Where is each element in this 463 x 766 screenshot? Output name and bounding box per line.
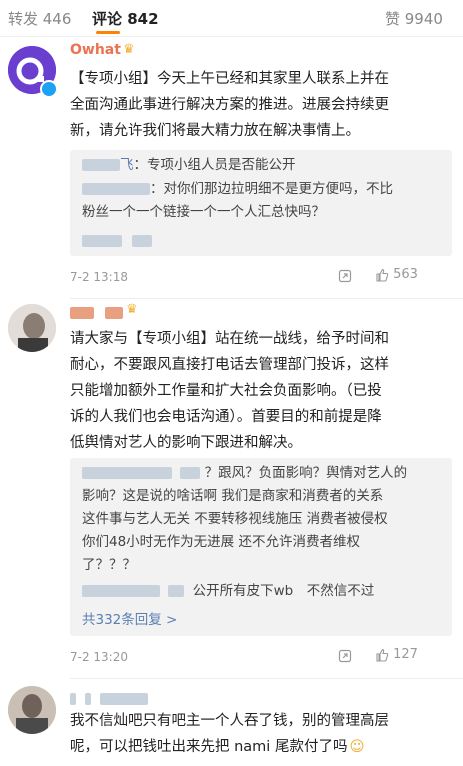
- tab-likes[interactable]: 赞 9940: [385, 8, 443, 29]
- comment-text-line: 诉的人我们也会电话沟通）。首要目的和前提是降: [70, 409, 382, 425]
- blurred-username: [180, 467, 201, 479]
- reply-item: [82, 230, 442, 253]
- comment-text-line: 低舆情对艺人的影响下跟进和解决。: [70, 435, 302, 451]
- thumbs-up-icon: [376, 268, 389, 282]
- tab-comments[interactable]: 评论 842: [92, 8, 159, 29]
- comment-text-line: 呢，可以把钱吐出来先把 nami 尾款付了吗 ☺: [70, 739, 365, 755]
- tab-reposts[interactable]: 转发 446: [8, 8, 71, 29]
- verified-badge-icon: [40, 80, 58, 98]
- blurred-username: [70, 688, 160, 705]
- divider: [70, 298, 463, 299]
- like-count: 563: [393, 267, 418, 282]
- blurred-username: [82, 585, 160, 597]
- active-tab-indicator: [96, 31, 120, 34]
- avatar[interactable]: [8, 304, 56, 352]
- comment-text-line: 全面沟通此事进行解决方案的推进。进展会持续更: [70, 97, 389, 113]
- reply-text-continued: 影响？这是说的啥话啊 我们是商家和消费者的关系: [82, 488, 384, 504]
- blurred-username: [82, 235, 122, 247]
- share-icon[interactable]: [338, 648, 352, 663]
- comment-author[interactable]: Owhat: [70, 42, 121, 58]
- blurred-username: [82, 467, 172, 479]
- comment-text-line: 请大家与【专项小组】站在统一战线，给予时间和: [70, 331, 389, 347]
- comment-time: 7-2 13:18: [70, 270, 128, 284]
- divider: [70, 678, 463, 679]
- reply-text-continued: 粉丝一个一个链接一个一个人汇总快吗？: [82, 204, 325, 220]
- crown-icon: ♛: [126, 302, 138, 317]
- comment-text: 请大家与【专项小组】站在统一战线，给予时间和 耐心，不要跟风直接打电话去管理部门…: [70, 326, 452, 456]
- tab-bar: 转发 446 评论 842 赞 9940: [0, 0, 463, 37]
- comment-text-line: 我不信灿吧只有吧主一个人吞了钱，别的管理高层: [70, 713, 389, 729]
- comment-time: 7-2 13:20: [70, 650, 128, 664]
- comment-text-line: 耐心，不要跟风直接打电话去管理部门投诉，这样: [70, 357, 389, 373]
- reply-text-continued: 这件事与艺人无关 不要转移视线施压 消费者被侵权: [82, 511, 388, 527]
- reply-box[interactable]: ？跟风？负面影响？舆情对艺人的 影响？这是说的啥话啊 我们是商家和消费者的关系 …: [70, 458, 452, 636]
- reply-text: ？跟风？负面影响？舆情对艺人的: [204, 465, 408, 481]
- blurred-username: [82, 183, 150, 195]
- user-photo-icon: [8, 304, 56, 352]
- blurred-text: [132, 235, 153, 247]
- share-icon[interactable]: [338, 268, 352, 283]
- like-button[interactable]: 127: [375, 647, 418, 662]
- comment-text-line: 【专项小组】今天上午已经和其家里人联系上并在: [70, 71, 389, 87]
- crown-icon: ♛: [123, 42, 135, 57]
- reply-text-continued: 了？？？: [82, 557, 136, 573]
- blurred-username: [82, 159, 120, 171]
- like-count: 127: [393, 647, 418, 662]
- reply-user[interactable]: 飞: [120, 157, 134, 173]
- comment-text: 我不信灿吧只有吧主一个人吞了钱，别的管理高层 呢，可以把钱吐出来先把 nami …: [70, 708, 452, 760]
- comment-text-line: 新，请允许我们将最大精力放在解决事情上。: [70, 123, 360, 139]
- reply-text: ：对你们那边拉明细不是更方便吗，不比: [150, 181, 393, 197]
- view-more-replies-link[interactable]: 共332条回复 >: [82, 608, 177, 628]
- reply-text: ：专项小组人员是否能公开: [133, 157, 296, 173]
- reply-item: 飞：专项小组人员是否能公开: [82, 154, 442, 177]
- like-button[interactable]: 563: [375, 267, 418, 282]
- comment-text-line: 只能增加额外工作量和扩大社会负面影响。（已投: [70, 383, 382, 399]
- reply-text-continued: 你们48小时无作为无进展 还不允许消费者维权: [82, 534, 360, 550]
- blurred-username: [168, 585, 185, 597]
- comment-text: 【专项小组】今天上午已经和其家里人联系上并在 全面沟通此事进行解决方案的推进。进…: [70, 66, 452, 144]
- reply-item: 公开所有皮下wb 不然信不过: [82, 580, 442, 603]
- emoji-icon: ☺: [349, 739, 365, 755]
- reply-item: ？跟风？负面影响？舆情对艺人的: [82, 462, 442, 485]
- thumbs-up-icon: [376, 648, 389, 662]
- user-photo-icon: [8, 686, 56, 734]
- reply-item: ：对你们那边拉明细不是更方便吗，不比: [82, 178, 442, 201]
- avatar[interactable]: [8, 686, 56, 734]
- reply-box[interactable]: 飞：专项小组人员是否能公开 ：对你们那边拉明细不是更方便吗，不比 粉丝一个一个链…: [70, 150, 452, 256]
- reply-text: 公开所有皮下wb 不然信不过: [192, 583, 375, 599]
